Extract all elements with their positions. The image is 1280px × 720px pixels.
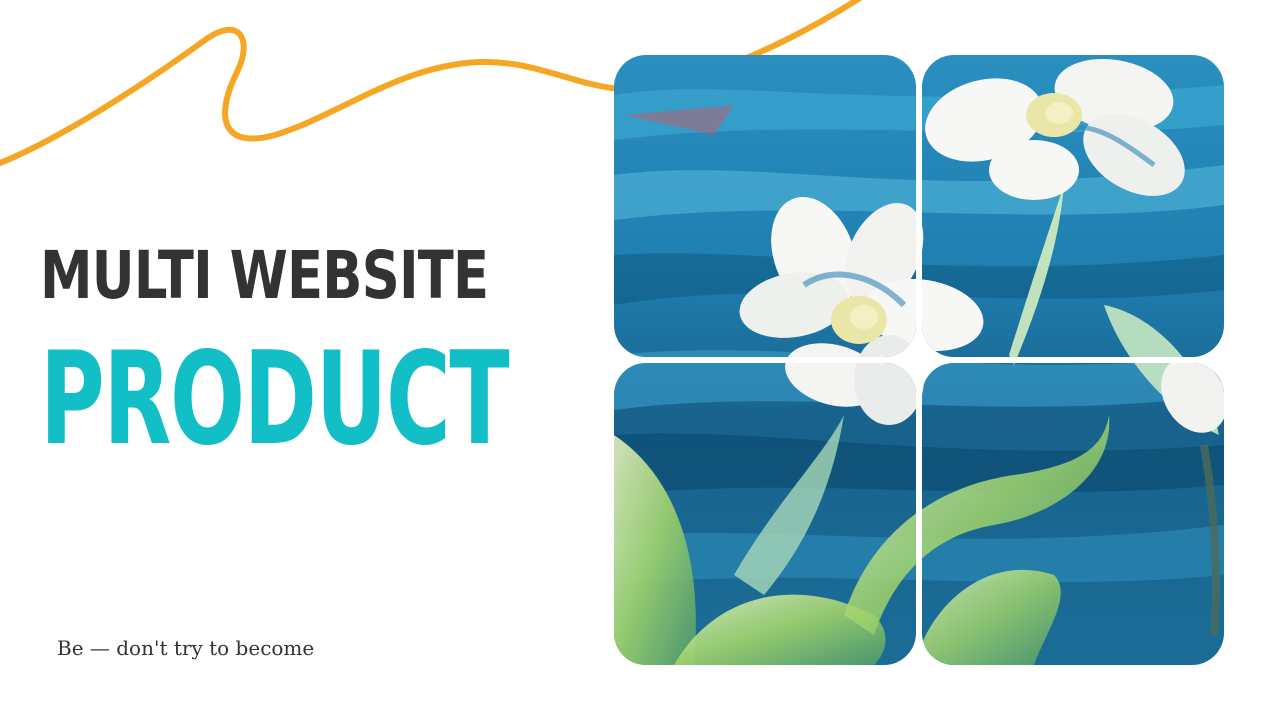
headline: MULTI WEBSITE PRODUCT — [40, 226, 560, 470]
tagline: Be — don't try to become — [57, 636, 315, 660]
headline-line-2: PRODUCT — [40, 325, 510, 474]
painting-tile-top-left — [614, 55, 916, 357]
painting-tile-bottom-left — [614, 363, 916, 665]
slide: MULTI WEBSITE PRODUCT Be — don't try to … — [0, 0, 1280, 720]
painting-tile-bottom-right — [922, 363, 1224, 665]
headline-line-1: MULTI WEBSITE — [40, 237, 489, 314]
painting-gallery — [614, 55, 1224, 665]
painting-tile-top-right — [922, 55, 1224, 357]
